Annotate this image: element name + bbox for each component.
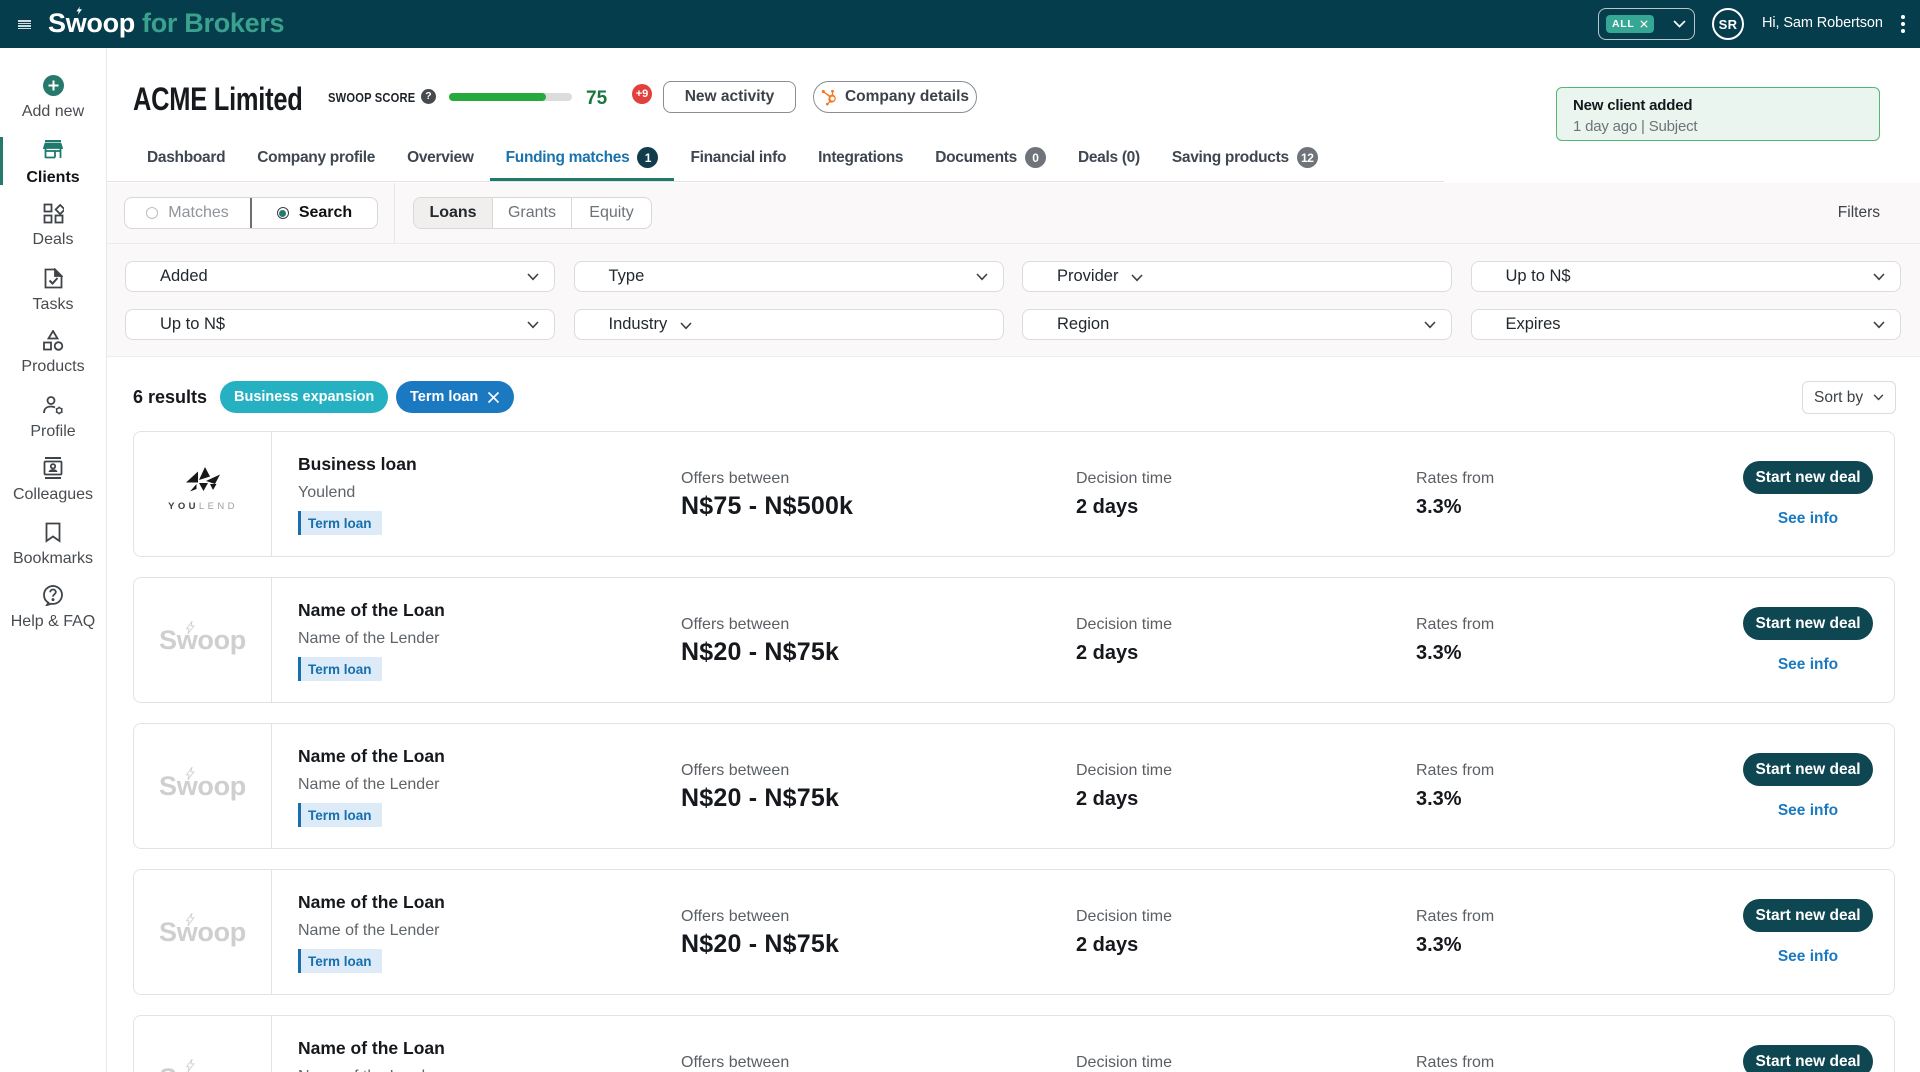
svg-text:YOULEND: YOULEND <box>168 501 238 512</box>
